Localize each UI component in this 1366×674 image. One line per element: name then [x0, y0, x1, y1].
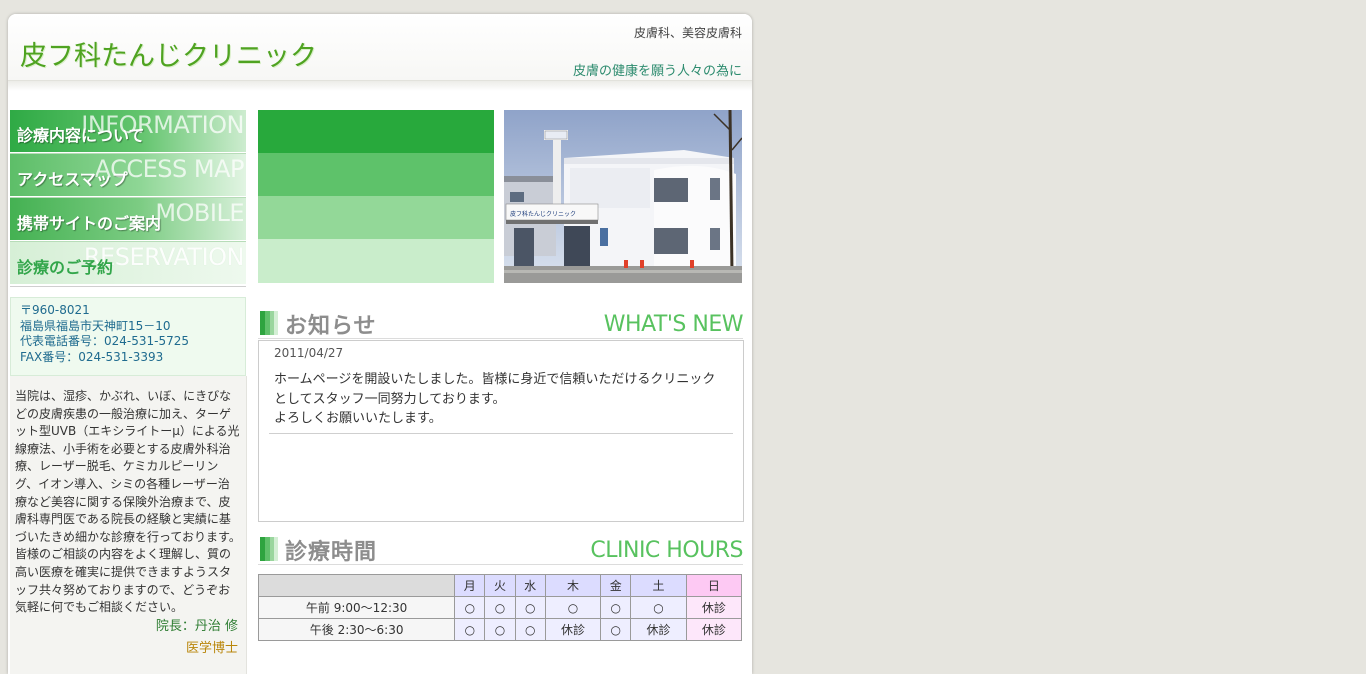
hours-cell: ○ [600, 618, 632, 641]
main-nav: INFORMATION 診療内容について ACCESS MAP アクセスマップ … [10, 110, 246, 287]
news-title: お知らせ [285, 313, 377, 339]
hours-cell: ○ [514, 596, 546, 619]
tagline-specialty: 皮膚科、美容皮膚科 [633, 26, 742, 40]
nav-item-access-map[interactable]: ACCESS MAP アクセスマップ [10, 154, 246, 196]
nav-item-label: 診療のご予約 [17, 258, 114, 277]
hours-title-en: CLINIC HOURS [590, 538, 743, 563]
postal-code: 〒960-8021 [20, 303, 90, 317]
hours-section-header: 診療時間 CLINIC HOURS [258, 534, 743, 565]
header-divider [8, 81, 752, 91]
hours-cell: ○ [484, 618, 516, 641]
hours-cell: 休診 [685, 596, 743, 619]
nav-item-en-label: MOBILE [155, 199, 244, 227]
news-title-en: WHAT'S NEW [603, 312, 744, 337]
site-header: 皮フ科たんじクリニック 皮膚科、美容皮膚科 皮膚の健康を願う人々の為に [8, 14, 752, 81]
hours-cell: 休診 [630, 618, 687, 641]
session-label: 午前 9:00～12:30 [257, 596, 456, 619]
hours-cell: 休診 [544, 618, 602, 641]
day-header: 火 [484, 574, 516, 597]
nav-divider [10, 286, 246, 287]
nav-item-mobile[interactable]: MOBILE 携帯サイトのご案内 [10, 198, 246, 240]
day-header: 土 [630, 574, 687, 597]
nav-item-information[interactable]: INFORMATION 診療内容について [10, 110, 246, 152]
news-date: 2011/04/27 [274, 346, 344, 360]
day-header: 月 [454, 574, 486, 597]
hours-cell: ○ [544, 596, 602, 619]
day-header-sunday: 日 [685, 574, 743, 597]
nav-item-label: 携帯サイトのご案内 [17, 214, 162, 233]
section-bar-icon [260, 311, 278, 335]
director-title: 医学博士 [185, 641, 238, 656]
news-body: ホームページを開設いたしました。皆様に身近で信頼いただけるクリニック としてスタ… [274, 370, 729, 429]
hours-cell: ○ [484, 596, 516, 619]
intro-text: 当院は、湿疹、かぶれ、いぼ、にきびなどの皮膚疾患の一般治療に加え、ターゲット型U… [15, 389, 241, 615]
hours-cell: ○ [454, 596, 486, 619]
table-row: 午後 2:30～6:30 ○ ○ ○ 休診 ○ 休診 休診 [257, 618, 743, 641]
table-corner [257, 574, 456, 597]
tagline-slogan: 皮膚の健康を願う人々の為に [572, 64, 742, 79]
site-logo[interactable]: 皮フ科たんじクリニック [20, 34, 317, 73]
news-box: 2011/04/27 ホームページを開設いたしました。皆様に身近で信頼いただける… [258, 340, 744, 522]
nav-item-label: アクセスマップ [17, 170, 128, 189]
fax-number: FAX番号：024-531-3393 [20, 349, 164, 364]
decorative-green-panel [258, 110, 494, 283]
page-container: 皮フ科たんじクリニック 皮膚科、美容皮膚科 皮膚の健康を願う人々の為に INFO… [8, 14, 752, 674]
day-header: 木 [544, 574, 602, 597]
hours-cell: ○ [514, 618, 546, 641]
nav-item-label: 診療内容について [17, 126, 145, 145]
table-row: 午前 9:00～12:30 ○ ○ ○ ○ ○ ○ 休診 [257, 596, 743, 619]
news-text-line: としてスタッフ一同努力しております。 [274, 391, 506, 407]
phone-number: 代表電話番号：024-531-5725 [20, 334, 190, 348]
building-sign-text: 皮フ科たんじクリニック [510, 210, 576, 218]
street-address: 福島県福島市天神町15－10 [20, 318, 171, 333]
day-header: 金 [600, 574, 632, 597]
hours-cell: ○ [454, 618, 486, 641]
clinic-intro: 当院は、湿疹、かぶれ、いぼ、にきびなどの皮膚疾患の一般治療に加え、ターゲット型U… [10, 376, 247, 674]
day-header: 水 [514, 574, 546, 597]
news-divider [269, 433, 733, 434]
news-section-header: お知らせ WHAT'S NEW [258, 308, 744, 339]
session-label: 午後 2:30～6:30 [257, 618, 456, 641]
hours-cell: 休診 [685, 618, 743, 641]
director-name: 院長：丹治 修 [155, 619, 238, 634]
clinic-hours-table: 月 火 水 木 金 土 日 午前 9:00～12:30 ○ ○ ○ ○ ○ ○ … [257, 574, 743, 641]
hours-cell: ○ [630, 596, 687, 619]
clinic-address-box: 〒960-8021 福島県福島市天神町15－10 代表電話番号：024-531-… [10, 297, 246, 376]
news-text-line: よろしくお願いいたします。 [274, 411, 442, 426]
news-text-line: ホームページを開設いたしました。皆様に身近で信頼いただけるクリニック [274, 372, 716, 387]
nav-item-reservation[interactable]: RESERVATION 診療のご予約 [10, 242, 246, 284]
hours-cell: ○ [600, 596, 632, 619]
hours-title: 診療時間 [285, 539, 378, 565]
clinic-building-photo: 皮フ科たんじクリニック [504, 110, 742, 283]
table-header-row: 月 火 水 木 金 土 日 [257, 574, 743, 597]
section-bar-icon [260, 537, 278, 561]
